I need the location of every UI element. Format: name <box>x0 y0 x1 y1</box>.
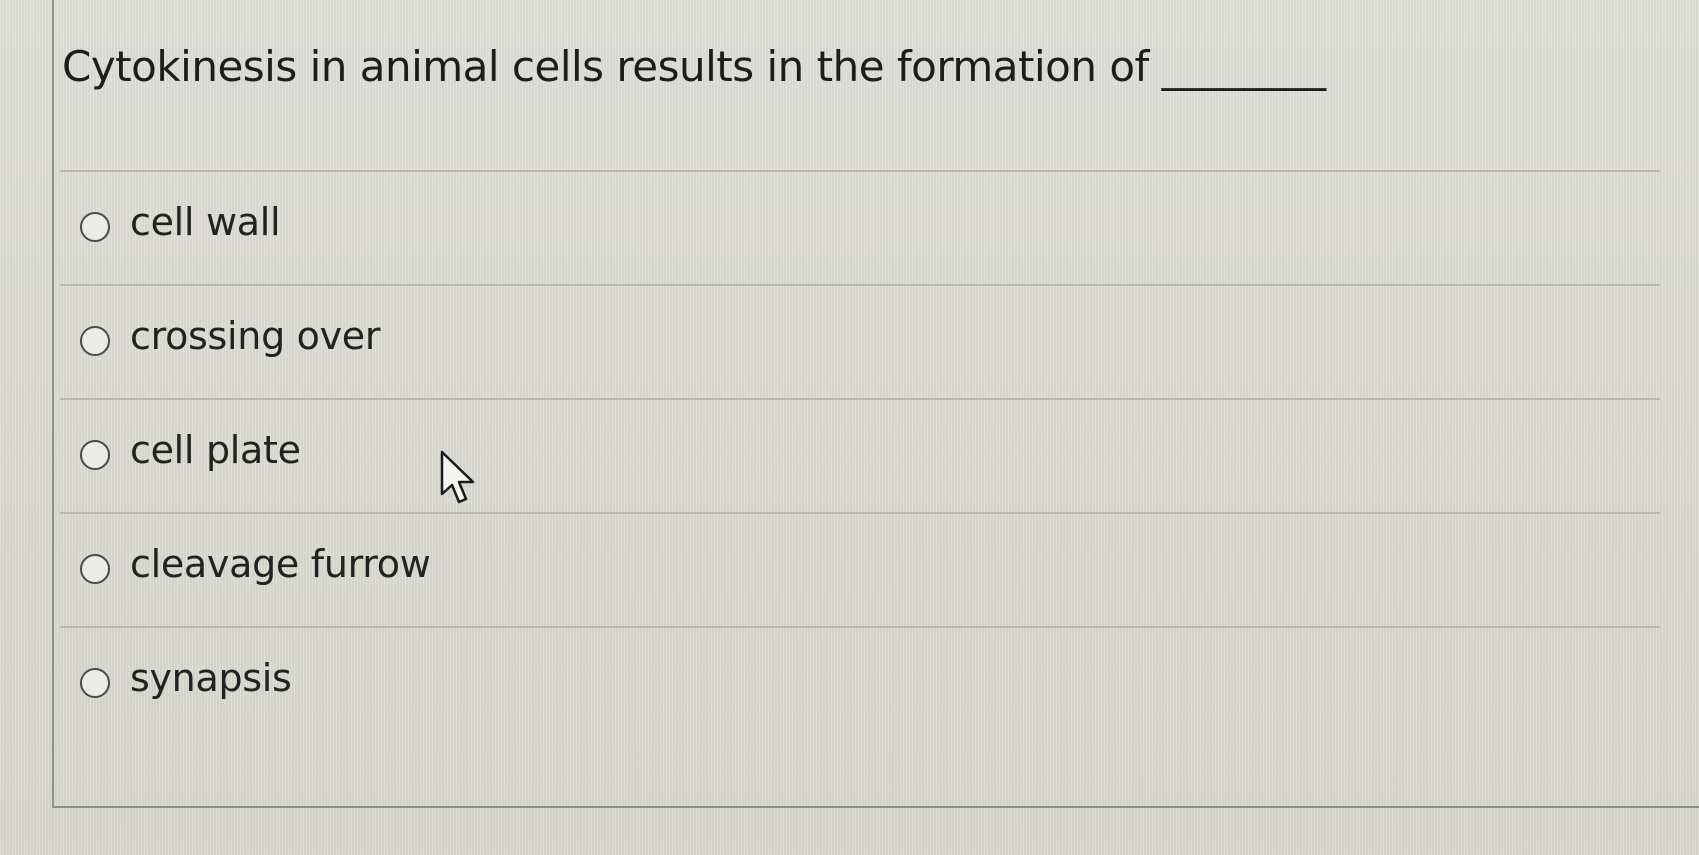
option-label[interactable]: cell wall <box>130 200 281 244</box>
option-synapsis[interactable]: synapsis <box>60 626 1660 740</box>
option-label[interactable]: synapsis <box>130 656 292 700</box>
option-cell-wall[interactable]: cell wall <box>60 170 1660 284</box>
option-label[interactable]: cell plate <box>130 428 301 472</box>
mouse-pointer-icon <box>440 450 475 504</box>
radio-button-icon[interactable] <box>80 326 110 356</box>
radio-button-icon[interactable] <box>80 668 110 698</box>
answer-options: cell wall crossing over cell plate cleav… <box>60 170 1660 740</box>
screen: Cytokinesis in animal cells results in t… <box>0 0 1699 855</box>
radio-button-icon[interactable] <box>80 440 110 470</box>
question-text: Cytokinesis in animal cells results in t… <box>62 42 1326 91</box>
option-crossing-over[interactable]: crossing over <box>60 284 1660 398</box>
option-label[interactable]: cleavage furrow <box>130 542 431 586</box>
option-cell-plate[interactable]: cell plate <box>60 398 1660 512</box>
option-label[interactable]: crossing over <box>130 314 381 358</box>
radio-button-icon[interactable] <box>80 212 110 242</box>
radio-button-icon[interactable] <box>80 554 110 584</box>
option-cleavage-furrow[interactable]: cleavage furrow <box>60 512 1660 626</box>
